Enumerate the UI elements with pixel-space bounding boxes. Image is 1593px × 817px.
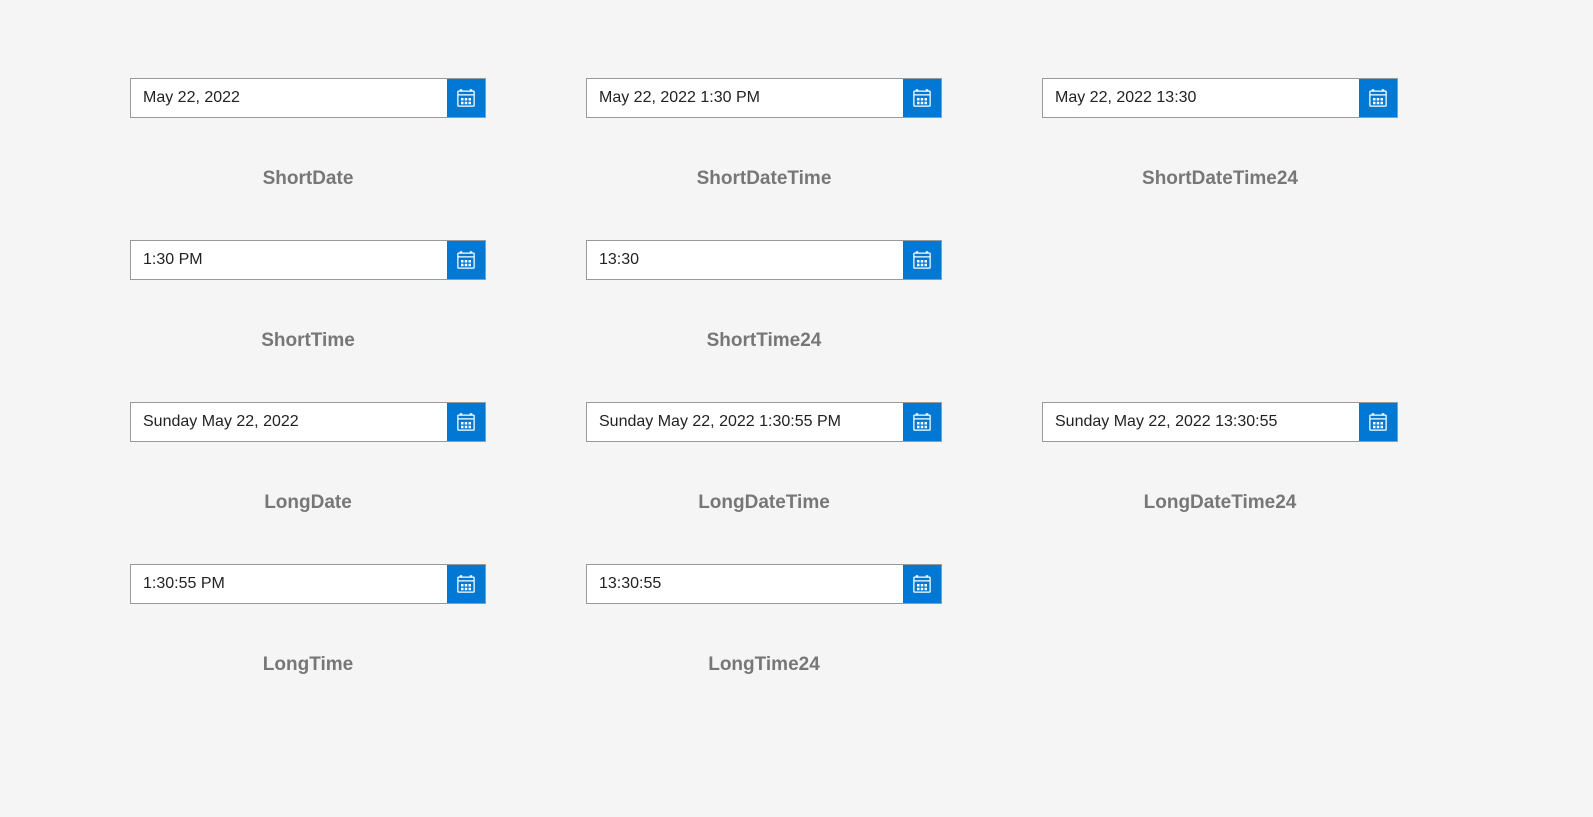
calendar-icon [456,250,476,270]
picker-value: May 22, 2022 13:30 [1043,79,1359,117]
calendar-icon [912,412,932,432]
picker-group-short-date-time-24: May 22, 2022 13:30 ShortDateTime24 [1042,78,1398,190]
picker-label: ShortTime [261,330,355,352]
date-picker-long-date-time[interactable]: Sunday May 22, 2022 1:30:55 PM [586,402,942,442]
calendar-icon [912,250,932,270]
picker-value: 13:30:55 [587,565,903,603]
picker-value: May 22, 2022 [131,79,447,117]
date-picker-grid: May 22, 2022 ShortDate May 22, 2022 1:30… [130,78,1463,676]
picker-label: LongDate [264,492,352,514]
picker-label: ShortDateTime24 [1142,168,1298,190]
picker-value: 1:30:55 PM [131,565,447,603]
picker-value: Sunday May 22, 2022 1:30:55 PM [587,403,903,441]
calendar-icon [456,88,476,108]
calendar-button[interactable] [447,79,485,117]
picker-group-short-time-24: 13:30 ShortTime24 [586,240,942,352]
picker-label: ShortDate [263,168,354,190]
calendar-button[interactable] [1359,403,1397,441]
picker-value: 1:30 PM [131,241,447,279]
date-picker-short-time-24[interactable]: 13:30 [586,240,942,280]
calendar-button[interactable] [447,241,485,279]
date-picker-short-time[interactable]: 1:30 PM [130,240,486,280]
calendar-button[interactable] [1359,79,1397,117]
calendar-button[interactable] [903,79,941,117]
picker-value: May 22, 2022 1:30 PM [587,79,903,117]
picker-label: LongTime24 [708,654,820,676]
calendar-icon [912,574,932,594]
picker-group-long-date: Sunday May 22, 2022 LongDate [130,402,486,514]
date-picker-short-date-time[interactable]: May 22, 2022 1:30 PM [586,78,942,118]
calendar-icon [912,88,932,108]
date-picker-short-date-time-24[interactable]: May 22, 2022 13:30 [1042,78,1398,118]
calendar-icon [1368,88,1388,108]
calendar-icon [456,574,476,594]
date-picker-long-date[interactable]: Sunday May 22, 2022 [130,402,486,442]
picker-label: LongDateTime [698,492,830,514]
picker-label: ShortDateTime [697,168,832,190]
date-picker-long-date-time-24[interactable]: Sunday May 22, 2022 13:30:55 [1042,402,1398,442]
picker-group-long-time: 1:30:55 PM LongTime [130,564,486,676]
calendar-icon [1368,412,1388,432]
picker-label: ShortTime24 [707,330,822,352]
date-picker-short-date[interactable]: May 22, 2022 [130,78,486,118]
calendar-icon [456,412,476,432]
date-picker-long-time-24[interactable]: 13:30:55 [586,564,942,604]
picker-group-short-time: 1:30 PM ShortTime [130,240,486,352]
picker-group-long-time-24: 13:30:55 LongTime24 [586,564,942,676]
picker-label: LongTime [263,654,353,676]
picker-value: Sunday May 22, 2022 [131,403,447,441]
date-picker-long-time[interactable]: 1:30:55 PM [130,564,486,604]
calendar-button[interactable] [447,565,485,603]
picker-value: 13:30 [587,241,903,279]
picker-group-short-date: May 22, 2022 ShortDate [130,78,486,190]
picker-label: LongDateTime24 [1144,492,1297,514]
picker-value: Sunday May 22, 2022 13:30:55 [1043,403,1359,441]
calendar-button[interactable] [903,403,941,441]
picker-group-short-date-time: May 22, 2022 1:30 PM ShortDateTime [586,78,942,190]
calendar-button[interactable] [903,241,941,279]
calendar-button[interactable] [903,565,941,603]
picker-group-long-date-time-24: Sunday May 22, 2022 13:30:55 LongDateTim… [1042,402,1398,514]
calendar-button[interactable] [447,403,485,441]
picker-group-long-date-time: Sunday May 22, 2022 1:30:55 PM LongDateT… [586,402,942,514]
